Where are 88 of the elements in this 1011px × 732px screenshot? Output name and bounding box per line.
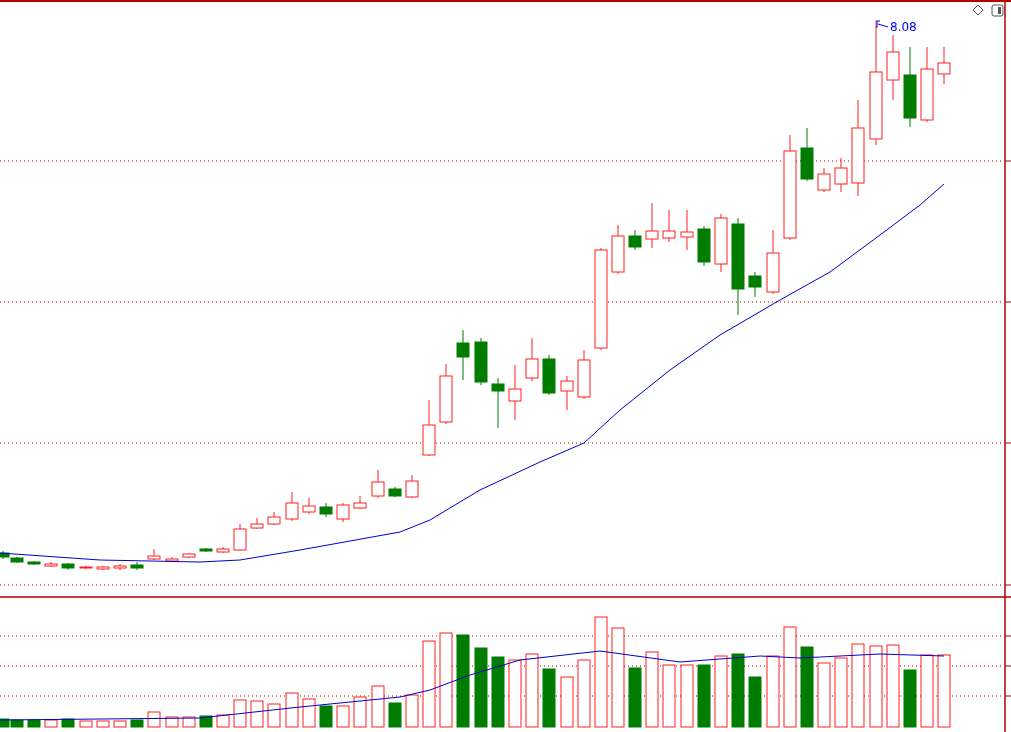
candlestick (302, 497, 316, 515)
volume-bar (336, 705, 350, 728)
candlestick (577, 349, 591, 400)
volume-bar (267, 703, 281, 728)
volume-bar (903, 669, 917, 728)
candlestick (886, 34, 900, 101)
volume-bar (353, 696, 367, 728)
candlestick (216, 546, 230, 554)
volume-bar (250, 700, 264, 728)
volume-bar (0, 718, 10, 728)
volume-bar (834, 657, 848, 728)
candlestick (285, 491, 299, 522)
candlestick (474, 337, 488, 386)
volume-bar (44, 719, 58, 728)
candlestick (353, 495, 367, 510)
candlestick (147, 548, 161, 561)
candlestick (130, 561, 144, 571)
candlestick (336, 502, 350, 523)
volume-bar (233, 699, 247, 728)
candlestick (525, 337, 539, 382)
candlestick (371, 469, 385, 499)
candlestick (27, 560, 41, 566)
volume-bar (130, 719, 144, 728)
candlestick (628, 229, 642, 251)
candlestick (388, 486, 402, 498)
candlestick (542, 354, 556, 396)
candlestick (439, 363, 453, 425)
candlestick (182, 552, 196, 559)
candlestick (233, 523, 247, 552)
candlestick (714, 213, 728, 273)
volume-bar (165, 716, 179, 728)
volume-bar (285, 692, 299, 728)
high-price-label: 8.08 (890, 20, 917, 34)
candlestick (645, 202, 659, 249)
candlestick (766, 229, 780, 295)
candlestick (834, 157, 848, 193)
volume-bar (577, 659, 591, 728)
volume-bar (199, 715, 213, 728)
volume-bar (388, 702, 402, 728)
candlestick (937, 46, 951, 85)
candlestick (267, 511, 281, 526)
volume-bar (79, 720, 93, 728)
volume-bar (697, 664, 711, 728)
candlestick (680, 209, 694, 251)
candlestick (508, 364, 522, 421)
volume-bar (113, 720, 127, 728)
candlestick (800, 127, 814, 182)
candlestick (250, 517, 264, 530)
candlestick (113, 563, 127, 571)
volume-bar (491, 656, 505, 728)
volume-bar (319, 705, 333, 728)
candlestick (697, 225, 711, 267)
candlestick (199, 547, 213, 553)
candlestick (662, 209, 676, 243)
candlestick (405, 474, 419, 499)
volume-bar (508, 659, 522, 728)
candlestick (560, 375, 574, 411)
candlestick (44, 561, 58, 568)
candlestick (491, 377, 505, 429)
volume-bar (817, 662, 831, 728)
high-marker-icon (876, 20, 889, 29)
diamond-icon[interactable] (972, 4, 984, 16)
candlestick (61, 562, 75, 571)
candlestick (96, 565, 110, 571)
volume-bar (748, 676, 762, 728)
candlestick (456, 329, 470, 381)
volume-bar (182, 716, 196, 728)
candlestick (319, 502, 333, 518)
volume-bar (680, 664, 694, 728)
candlestick (0, 550, 10, 560)
volume-bar (27, 719, 41, 728)
candlestick (422, 399, 436, 457)
volume-bar (61, 718, 75, 728)
volume-bar (628, 667, 642, 728)
volume-bar (405, 694, 419, 728)
volume-bar (542, 668, 556, 728)
candlestick (79, 565, 93, 570)
volume-bar (371, 685, 385, 728)
candlestick (611, 224, 625, 275)
volume-bar (96, 720, 110, 728)
volume-bar (662, 664, 676, 728)
volume-bar (302, 698, 316, 728)
candlestick (748, 271, 762, 298)
candlestick (165, 556, 179, 563)
volume-bar (10, 719, 24, 728)
volume-bar (560, 676, 574, 728)
panel-toggle-icon[interactable] (991, 4, 1004, 17)
candlestick (817, 167, 831, 193)
